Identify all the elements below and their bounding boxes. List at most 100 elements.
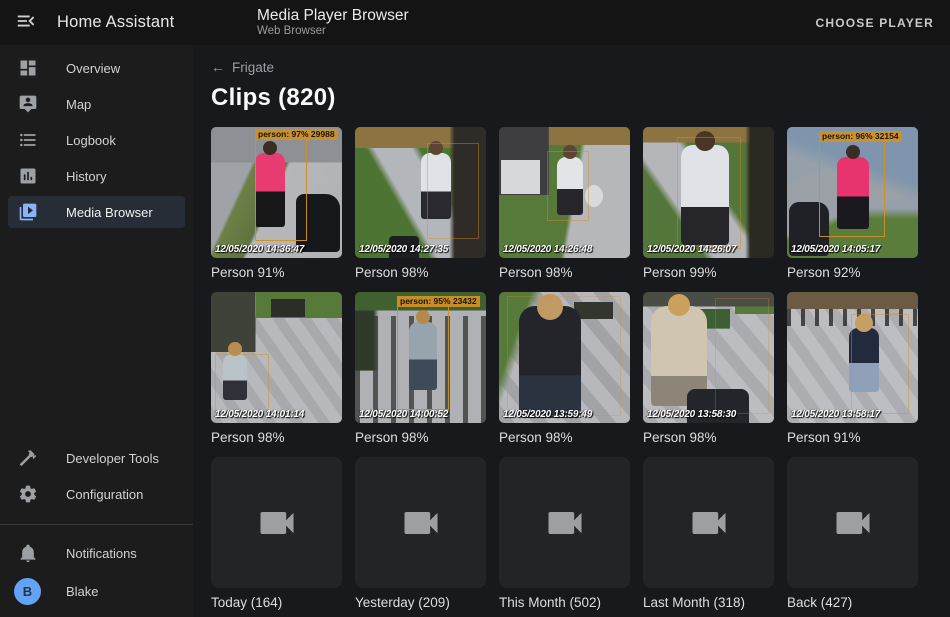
clip-caption: Person 99%	[643, 265, 774, 280]
folder-label: Yesterday (209)	[355, 595, 486, 610]
sidebar-item-label: Logbook	[66, 133, 116, 148]
sidebar-item-history[interactable]: History	[8, 160, 185, 192]
clip-caption: Person 92%	[787, 265, 918, 280]
folder-card-yesterday[interactable]: Yesterday (209)	[355, 457, 486, 610]
folder-card-this-month[interactable]: This Month (502)	[499, 457, 630, 610]
chart-box-icon	[16, 164, 40, 188]
clip-card[interactable]: 12/05/2020 13:59:49 Person 98%	[499, 292, 630, 445]
clip-timestamp-overlay: 12/05/2020 14:27:35	[359, 244, 448, 255]
top-app-bar: Home Assistant Media Player Browser Web …	[0, 0, 950, 45]
sidebar-item-media-browser[interactable]: Media Browser	[8, 196, 185, 228]
detection-bounding-box: person: 97% 29988	[255, 139, 307, 241]
folder-card-today[interactable]: Today (164)	[211, 457, 342, 610]
detection-bounding-box	[547, 151, 589, 221]
list-bulleted-icon	[16, 128, 40, 152]
sidebar: Overview Map Logbook History	[0, 45, 193, 617]
clip-timestamp-overlay: 12/05/2020 13:59:49	[503, 409, 592, 420]
detection-label: person: 96% 32154	[819, 131, 902, 142]
clip-caption: Person 98%	[211, 430, 342, 445]
clip-timestamp-overlay: 12/05/2020 13:58:17	[791, 409, 880, 420]
clip-card[interactable]: 12/05/2020 14:26:48 Person 98%	[499, 127, 630, 280]
detection-bounding-box	[677, 137, 741, 249]
clip-thumbnail: person: 96% 32154 12/05/2020 14:05:17	[787, 127, 918, 258]
folder-label: Last Month (318)	[643, 595, 774, 610]
clip-timestamp-overlay: 12/05/2020 14:00:52	[359, 409, 448, 420]
clip-caption: Person 98%	[499, 430, 630, 445]
folder-label: This Month (502)	[499, 595, 630, 610]
sidebar-item-overview[interactable]: Overview	[8, 52, 185, 84]
detection-bounding-box: person: 95% 23432	[397, 306, 449, 410]
detection-bounding-box: person: 96% 32154	[819, 141, 885, 237]
breadcrumb-label: Frigate	[232, 60, 274, 75]
clip-card[interactable]: person: 95% 23432 12/05/2020 14:00:52 Pe…	[355, 292, 486, 445]
clip-caption: Person 98%	[643, 430, 774, 445]
clip-card[interactable]: 12/05/2020 13:58:17 Person 91%	[787, 292, 918, 445]
media-player-title: Media Player Browser	[257, 7, 409, 25]
sidebar-divider	[0, 524, 193, 525]
video-camera-icon	[399, 501, 443, 545]
clip-timestamp-overlay: 12/05/2020 14:01:14	[215, 409, 304, 420]
clip-card[interactable]: 12/05/2020 14:26:07 Person 99%	[643, 127, 774, 280]
clip-thumbnail: person: 95% 23432 12/05/2020 14:00:52	[355, 292, 486, 423]
sidebar-profile[interactable]: B Blake	[8, 573, 185, 609]
clip-timestamp-overlay: 12/05/2020 13:58:30	[647, 409, 736, 420]
clip-thumbnail: 12/05/2020 13:58:17	[787, 292, 918, 423]
clip-thumbnail: 12/05/2020 13:58:30	[643, 292, 774, 423]
folder-thumbnail	[499, 457, 630, 588]
folder-thumbnail	[787, 457, 918, 588]
dashboard-icon	[16, 56, 40, 80]
topbar-sidebar-header: Home Assistant	[0, 10, 193, 36]
sidebar-item-label: Configuration	[66, 487, 143, 502]
folder-label: Back (427)	[787, 595, 918, 610]
folder-label: Today (164)	[211, 595, 342, 610]
play-box-multiple-icon	[16, 200, 40, 224]
clip-thumbnail: 12/05/2020 14:26:48	[499, 127, 630, 258]
sidebar-item-developer-tools[interactable]: Developer Tools	[8, 442, 185, 474]
clip-card[interactable]: person: 96% 32154 12/05/2020 14:05:17 Pe…	[787, 127, 918, 280]
detection-bounding-box	[427, 143, 479, 239]
clip-thumbnail: person: 97% 29988 12/05/2020 14:36:47	[211, 127, 342, 258]
sidebar-item-label: Notifications	[66, 546, 137, 561]
clip-thumbnail: 12/05/2020 14:27:35	[355, 127, 486, 258]
folder-card-last-month[interactable]: Last Month (318)	[643, 457, 774, 610]
sidebar-item-label: Overview	[66, 61, 120, 76]
clip-card[interactable]: 12/05/2020 14:27:35 Person 98%	[355, 127, 486, 280]
clip-card[interactable]: person: 97% 29988 12/05/2020 14:36:47 Pe…	[211, 127, 342, 280]
clip-caption: Person 98%	[355, 265, 486, 280]
detection-bounding-box	[715, 298, 769, 414]
sidebar-item-notifications[interactable]: Notifications	[8, 537, 185, 569]
sidebar-item-map[interactable]: Map	[8, 88, 185, 120]
sidebar-item-label: Map	[66, 97, 91, 112]
clip-caption: Person 91%	[787, 430, 918, 445]
sidebar-item-label: Developer Tools	[66, 451, 159, 466]
detection-label: person: 97% 29988	[255, 129, 338, 140]
sidebar-toggle-button[interactable]	[13, 10, 39, 36]
clip-timestamp-overlay: 12/05/2020 14:26:48	[503, 244, 592, 255]
clip-thumbnail: 12/05/2020 14:01:14	[211, 292, 342, 423]
clip-caption: Person 98%	[355, 430, 486, 445]
avatar: B	[14, 578, 41, 605]
video-camera-icon	[255, 501, 299, 545]
home-assistant-app: Home Assistant Media Player Browser Web …	[0, 0, 950, 617]
video-camera-icon	[543, 501, 587, 545]
clip-card[interactable]: 12/05/2020 13:58:30 Person 98%	[643, 292, 774, 445]
back-arrow-icon: ←	[211, 59, 225, 75]
detection-label: person: 95% 23432	[397, 296, 480, 307]
profile-name: Blake	[66, 584, 99, 599]
video-camera-icon	[687, 501, 731, 545]
menu-open-icon	[15, 10, 37, 35]
clip-timestamp-overlay: 12/05/2020 14:05:17	[791, 244, 880, 255]
detection-bounding-box	[851, 314, 909, 414]
sidebar-item-logbook[interactable]: Logbook	[8, 124, 185, 156]
video-camera-icon	[831, 501, 875, 545]
detection-bounding-box	[507, 296, 621, 416]
folder-card-back[interactable]: Back (427)	[787, 457, 918, 610]
breadcrumb-back-frigate[interactable]: ← Frigate	[211, 59, 274, 75]
sidebar-item-configuration[interactable]: Configuration	[8, 478, 185, 510]
gear-icon	[16, 482, 40, 506]
clip-card[interactable]: 12/05/2020 14:01:14 Person 98%	[211, 292, 342, 445]
choose-player-button[interactable]: CHOOSE PLAYER	[799, 6, 950, 40]
app-title: Home Assistant	[57, 13, 174, 32]
sidebar-item-label: Media Browser	[66, 205, 153, 220]
clip-thumbnail: 12/05/2020 14:26:07	[643, 127, 774, 258]
